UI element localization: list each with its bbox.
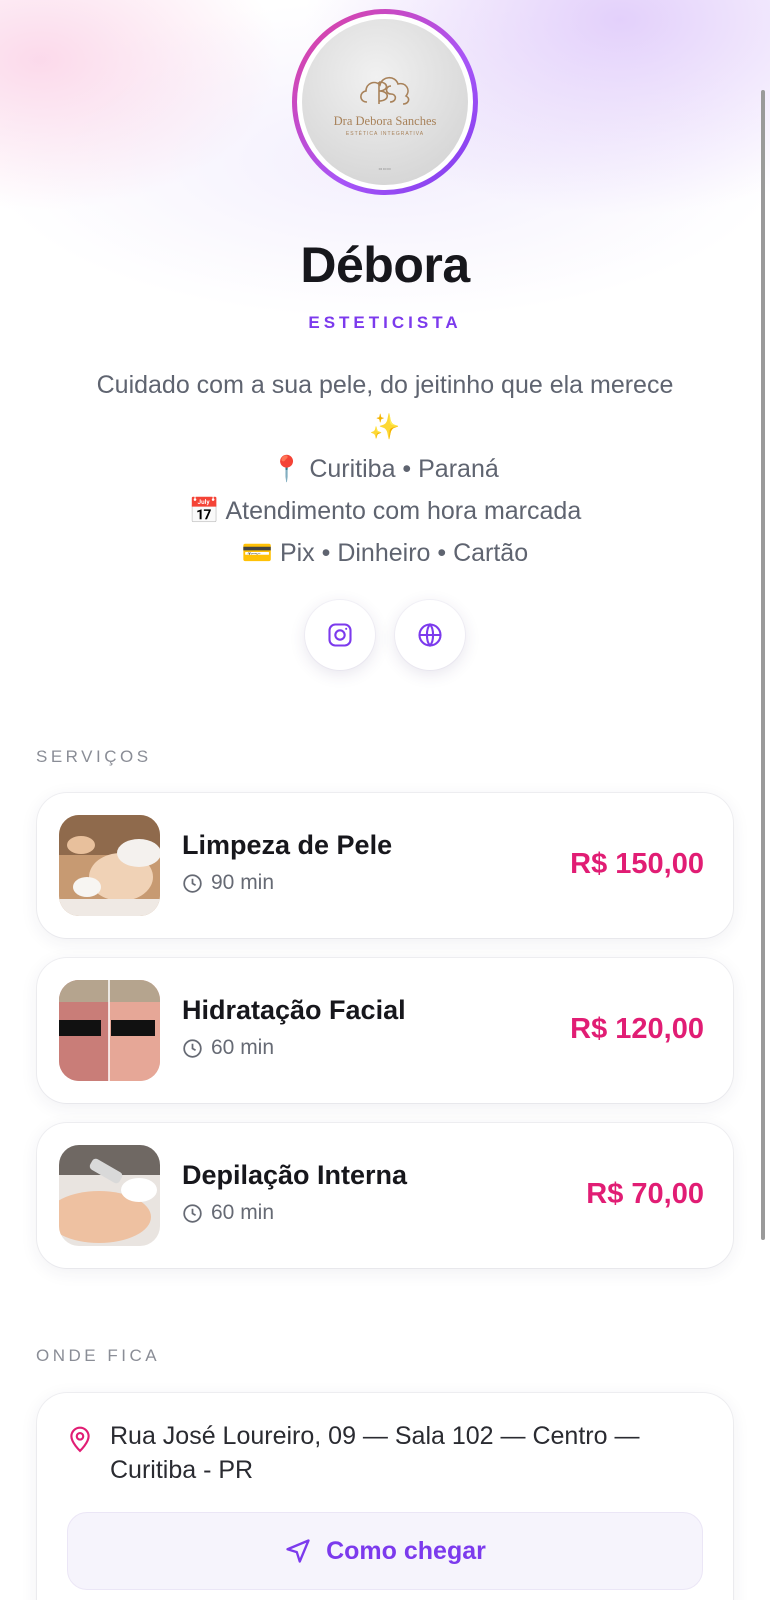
credit-card-emoji-icon: 💳 xyxy=(241,538,273,567)
clock-icon xyxy=(183,1038,202,1058)
globe-icon xyxy=(418,623,442,647)
directions-label: Como chegar xyxy=(326,1536,486,1565)
service-price: R$ 120,00 xyxy=(570,1013,704,1045)
service-thumbnail xyxy=(59,815,160,916)
social-links xyxy=(0,600,770,670)
service-card-depilacao-interna[interactable]: Depilação Interna 60 min R$ 70,00 xyxy=(37,1123,733,1268)
profile-bio: Cuidado com a sua pele, do jeitinho que … xyxy=(60,364,710,574)
logo-name: Dra Debora Sanches xyxy=(333,113,437,128)
instagram-icon xyxy=(328,623,352,647)
service-duration: 90 min xyxy=(182,871,274,895)
service-price: R$ 70,00 xyxy=(586,1178,704,1210)
calendar-emoji-icon: 📅 xyxy=(188,496,220,525)
bio-line: Cuidado com a sua pele, do jeitinho que … xyxy=(96,371,674,399)
brand-logo: Dra Debora Sanches ESTÉTICA INTEGRATIVA … xyxy=(302,19,468,185)
logo-tagline: ESTÉTICA INTEGRATIVA xyxy=(345,130,425,137)
clock-icon xyxy=(183,873,202,893)
instagram-button[interactable] xyxy=(305,600,375,670)
services-heading: SERVIÇOS xyxy=(36,747,152,766)
map-pin-icon xyxy=(70,1426,90,1453)
clock-icon xyxy=(183,1203,202,1223)
service-price: R$ 150,00 xyxy=(570,848,704,880)
profile-role: ESTETICISTA xyxy=(308,313,462,332)
service-thumbnail xyxy=(59,1145,160,1246)
avatar: Dra Debora Sanches ESTÉTICA INTEGRATIVA … xyxy=(292,9,478,195)
service-card-limpeza-de-pele[interactable]: Limpeza de Pele 90 min R$ 150,00 xyxy=(37,793,733,938)
bio-line: 📍 Curitiba • Paraná xyxy=(271,454,499,483)
logo-footer-mark: ▭▭▭ xyxy=(378,166,392,171)
service-card-hidratacao-facial[interactable]: Hidratação Facial 60 min R$ 120,00 xyxy=(37,958,733,1103)
bio-line: 📅 Atendimento com hora marcada xyxy=(188,496,582,525)
service-thumbnail xyxy=(59,980,160,1081)
bio-line: ✨ xyxy=(60,406,710,448)
sparkles-icon: ✨ xyxy=(369,412,401,441)
directions-button[interactable]: Como chegar xyxy=(67,1512,703,1590)
website-button[interactable] xyxy=(395,600,465,670)
service-name: Limpeza de Pele xyxy=(182,830,393,860)
bio-line: 💳 Pix • Dinheiro • Cartão xyxy=(241,538,529,567)
location-address: Rua José Loureiro, 09 — Sala 102 — Centr… xyxy=(110,1422,640,1484)
location-card: Rua José Loureiro, 09 — Sala 102 — Centr… xyxy=(37,1393,733,1600)
pin-emoji-icon: 📍 xyxy=(271,454,303,483)
scrollbar[interactable] xyxy=(761,90,765,1240)
service-name: Hidratação Facial xyxy=(182,995,406,1025)
navigation-arrow-icon xyxy=(286,1539,310,1563)
location-heading: ONDE FICA xyxy=(36,1346,161,1365)
cloud-monogram-icon xyxy=(360,76,410,105)
profile-name: Débora xyxy=(300,237,470,293)
profile-page: Dra Debora Sanches ESTÉTICA INTEGRATIVA … xyxy=(0,0,770,1600)
service-duration: 60 min xyxy=(182,1201,274,1225)
service-name: Depilação Interna xyxy=(182,1160,408,1190)
service-duration: 60 min xyxy=(182,1036,274,1060)
